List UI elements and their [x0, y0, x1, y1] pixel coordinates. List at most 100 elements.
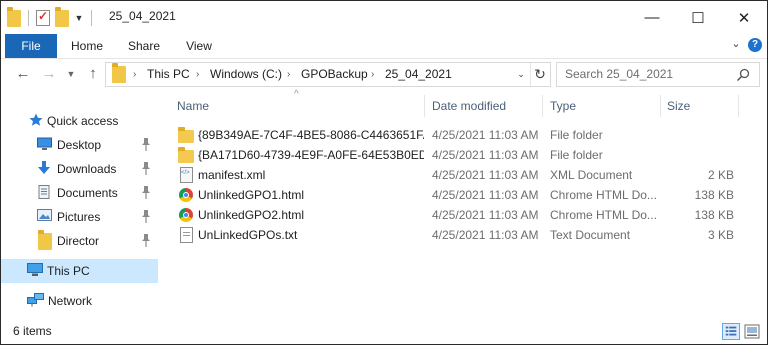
search-box[interactable]: Search 25_04_2021: [556, 62, 760, 87]
sidebar-item-label: Documents: [57, 186, 118, 200]
file-type: File folder: [550, 148, 603, 162]
file-date: 4/25/2021 11:03 AM: [432, 128, 539, 142]
address-bar[interactable]: › This PC › Windows (C:) › GPOBackup › 2…: [105, 62, 551, 87]
sidebar-item-quick-access[interactable]: Quick access: [1, 109, 158, 133]
sidebar-item-label: Desktop: [57, 138, 102, 152]
chevron-right-icon[interactable]: ›: [371, 63, 374, 86]
title-bar: ▼ 25_04_2021 — ☐ ✕: [1, 1, 767, 34]
chrome-icon: [179, 188, 193, 202]
column-header-name[interactable]: Name: [177, 97, 209, 115]
search-input[interactable]: Search 25_04_2021: [565, 63, 673, 86]
table-row[interactable]: {BA171D60-4739-4E9F-A0FE-64E53B0ED4... 4…: [174, 145, 744, 165]
window-title: 25_04_2021: [109, 9, 176, 23]
breadcrumb-this-pc[interactable]: This PC: [147, 63, 190, 86]
sidebar-item-this-pc[interactable]: This PC: [1, 259, 158, 283]
file-date: 4/25/2021 11:03 AM: [432, 168, 539, 182]
recent-locations-button[interactable]: ▼: [65, 64, 77, 84]
properties-icon[interactable]: [36, 9, 50, 26]
tab-view[interactable]: View: [177, 34, 221, 58]
pin-icon[interactable]: [140, 233, 152, 249]
file-type: Chrome HTML Do...: [550, 208, 657, 222]
file-name: {BA171D60-4739-4E9F-A0FE-64E53B0ED4...: [198, 148, 424, 162]
file-size: [660, 145, 734, 165]
help-icon[interactable]: ?: [748, 38, 762, 52]
sidebar-item-downloads[interactable]: Downloads: [1, 157, 158, 181]
folder-icon: [178, 127, 194, 143]
table-row[interactable]: UnLinkedGPOs.txt 4/25/2021 11:03 AM Text…: [174, 225, 744, 245]
arrow-up-icon: ↑: [89, 65, 97, 82]
pin-icon[interactable]: [140, 137, 152, 153]
large-icons-view-icon[interactable]: [743, 323, 761, 340]
file-date: 4/25/2021 11:03 AM: [432, 188, 539, 202]
file-date: 4/25/2021 11:03 AM: [432, 148, 539, 162]
pictures-icon: [37, 209, 52, 221]
pin-icon[interactable]: [140, 185, 152, 201]
details-view-icon[interactable]: [722, 323, 740, 340]
table-row[interactable]: {89B349AE-7C4F-4BE5-8086-C4463651FA... 4…: [174, 125, 744, 145]
file-name: UnlinkedGPO2.html: [198, 208, 305, 222]
chevron-down-icon: ▼: [66, 69, 76, 79]
file-list: ^ Name Date modified Type Size {89B349AE…: [158, 89, 767, 319]
ribbon-tabs: File Home Share View ⌄ ?: [1, 34, 767, 59]
desktop-icon: [37, 137, 52, 150]
column-divider[interactable]: [424, 95, 425, 117]
star-icon: [29, 113, 43, 126]
sidebar-item-documents[interactable]: Documents: [1, 181, 158, 205]
close-button[interactable]: ✕: [721, 1, 767, 34]
maximize-button[interactable]: ☐: [675, 1, 721, 34]
tab-home[interactable]: Home: [63, 34, 111, 58]
sidebar-item-label: Downloads: [57, 162, 117, 176]
text-file-icon: [180, 227, 193, 243]
sidebar-item-pictures[interactable]: Pictures: [1, 205, 158, 229]
status-bar: 6 items: [1, 319, 767, 344]
tab-file[interactable]: File: [5, 34, 57, 58]
folder-icon: [178, 147, 194, 163]
new-folder-icon[interactable]: [55, 6, 69, 27]
toolbar-divider: [28, 10, 29, 26]
column-header-type[interactable]: Type: [550, 97, 576, 115]
chevron-right-icon[interactable]: ›: [133, 63, 136, 86]
navigation-pane: Quick access Desktop Downloads Documents…: [1, 93, 158, 315]
arrow-right-icon: →: [41, 65, 57, 82]
file-date: 4/25/2021 11:03 AM: [432, 228, 539, 242]
breadcrumb-current-folder[interactable]: 25_04_2021: [385, 63, 452, 86]
file-name: manifest.xml: [198, 168, 266, 182]
folder-icon: [112, 63, 126, 83]
breadcrumb-windows-c[interactable]: Windows (C:): [210, 63, 282, 86]
computer-icon: [27, 263, 43, 276]
tab-share[interactable]: Share: [119, 34, 169, 58]
column-divider[interactable]: [738, 95, 739, 117]
sidebar-item-label: Network: [48, 294, 93, 308]
sidebar-item-desktop[interactable]: Desktop: [1, 133, 158, 157]
file-type: XML Document: [550, 168, 633, 182]
search-icon[interactable]: [735, 67, 751, 83]
minimize-button[interactable]: —: [629, 1, 675, 34]
table-row[interactable]: manifest.xml 4/25/2021 11:03 AM XML Docu…: [174, 165, 744, 185]
column-divider[interactable]: [542, 95, 543, 117]
column-header-size[interactable]: Size: [667, 97, 690, 115]
chevron-right-icon[interactable]: ›: [196, 63, 199, 86]
customize-toolbar-icon[interactable]: ▼: [74, 13, 84, 23]
file-type: Chrome HTML Do...: [550, 188, 657, 202]
up-button[interactable]: ↑: [83, 64, 103, 84]
chevron-down-icon[interactable]: ⌄: [728, 37, 744, 50]
sidebar-item-network[interactable]: Network: [1, 289, 158, 313]
breadcrumb-gpobackup[interactable]: GPOBackup: [301, 63, 368, 86]
table-row[interactable]: UnlinkedGPO1.html 4/25/2021 11:03 AM Chr…: [174, 185, 744, 205]
chevron-right-icon[interactable]: ›: [287, 63, 290, 86]
pin-icon[interactable]: [140, 161, 152, 177]
file-type: File folder: [550, 128, 603, 142]
sidebar-item-director[interactable]: Director: [1, 229, 158, 253]
forward-button[interactable]: →: [39, 64, 59, 84]
column-header-date-modified[interactable]: Date modified: [432, 97, 506, 115]
folder-icon[interactable]: [7, 6, 21, 27]
documents-icon: [38, 185, 50, 199]
refresh-icon[interactable]: ↻: [530, 63, 549, 86]
file-date: 4/25/2021 11:03 AM: [432, 208, 539, 222]
file-size: [660, 125, 734, 145]
address-history-icon[interactable]: ⌄: [514, 63, 528, 86]
back-button[interactable]: ←: [13, 64, 33, 84]
table-row[interactable]: UnlinkedGPO2.html 4/25/2021 11:03 AM Chr…: [174, 205, 744, 225]
pin-icon[interactable]: [140, 209, 152, 225]
column-divider[interactable]: [660, 95, 661, 117]
